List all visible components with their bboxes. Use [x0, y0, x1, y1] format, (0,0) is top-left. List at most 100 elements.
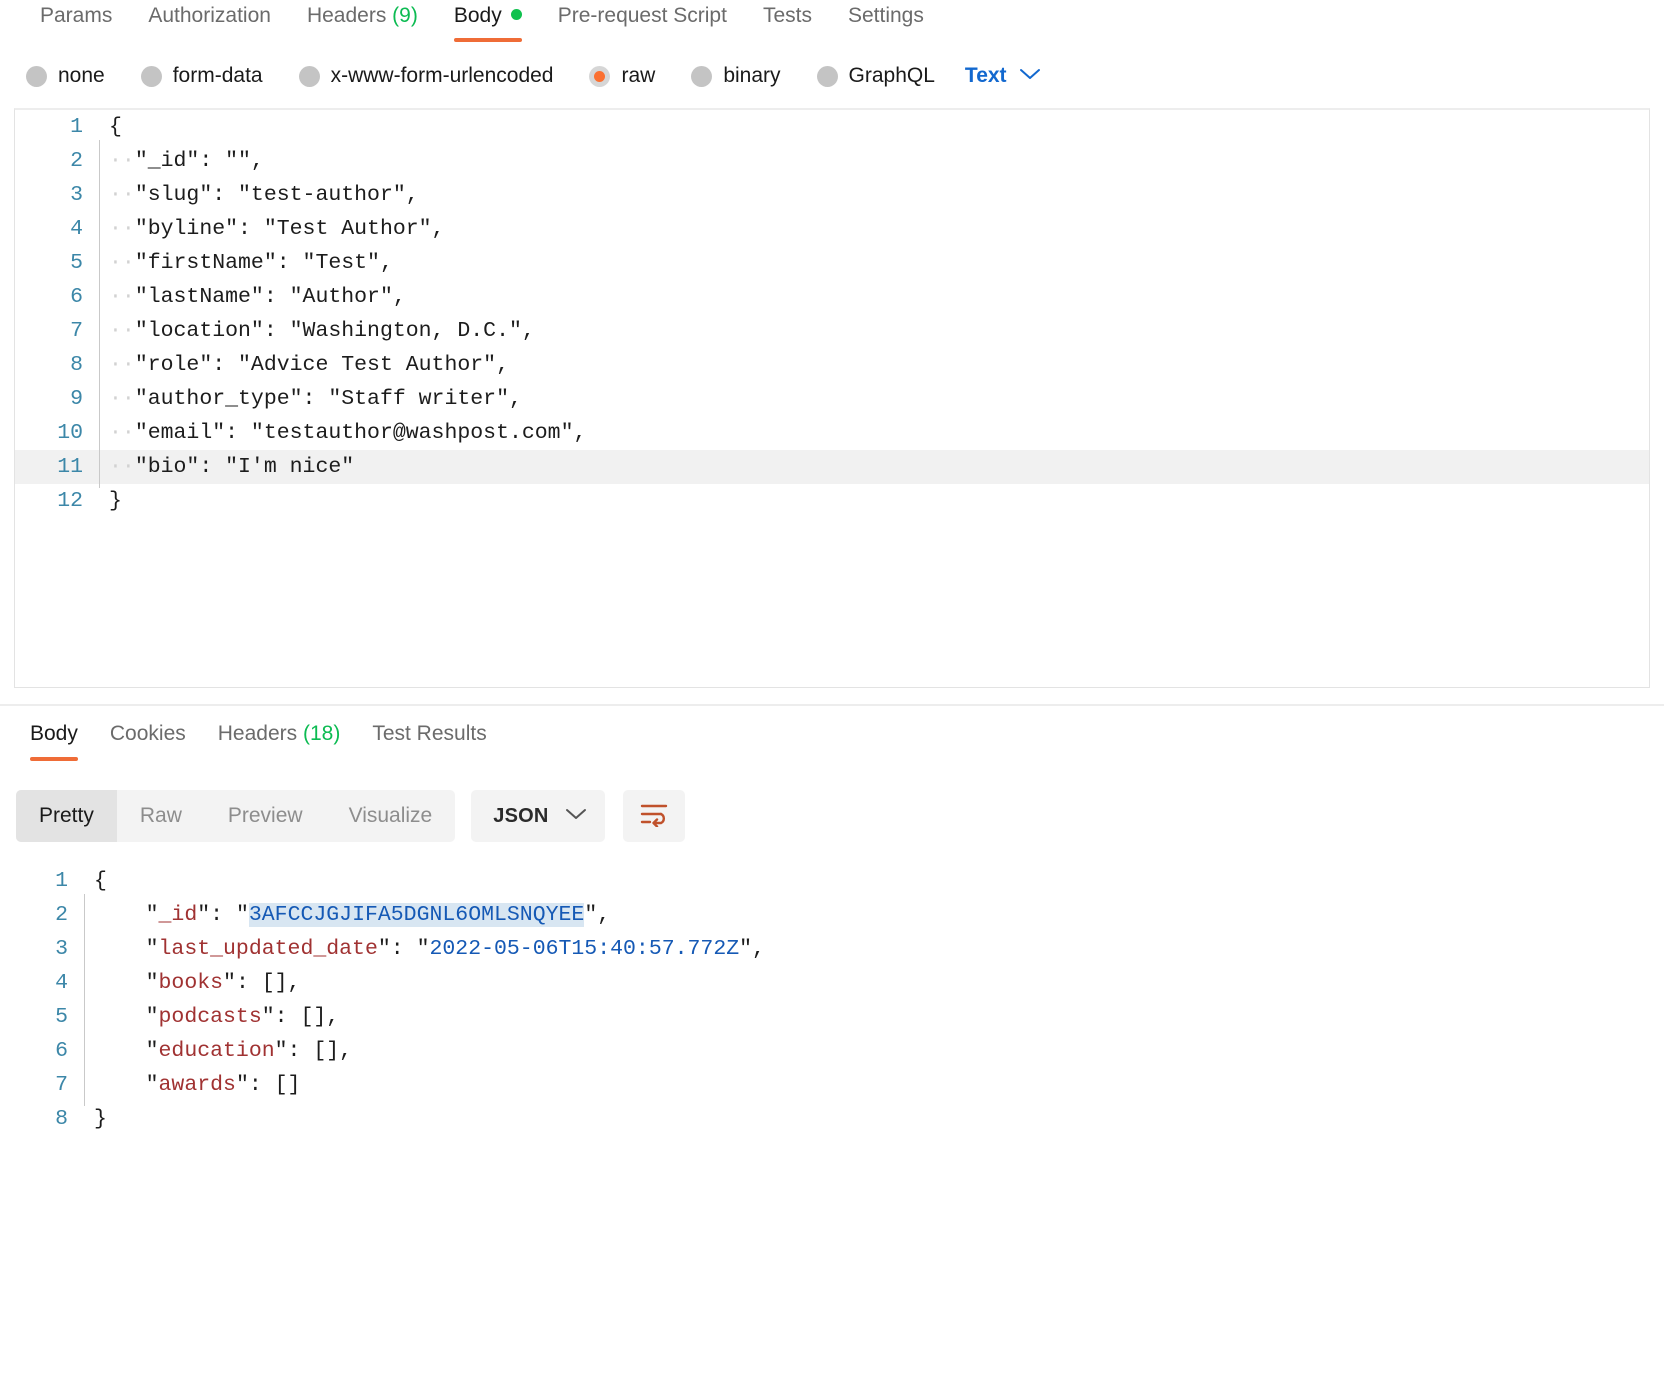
json-punctuation: "	[584, 903, 598, 927]
response-code-text: "education": [],	[84, 1030, 1664, 1072]
body-mode-x-www-form-urlencoded[interactable]: x-www-form-urlencoded	[298, 64, 554, 88]
line-number: 7	[55, 1073, 68, 1097]
json-punctuation: {	[94, 869, 107, 893]
request-code-line[interactable]: 11 ··"bio": "I'm nice"	[15, 446, 1649, 488]
response-code-text: "awards": []	[84, 1064, 1664, 1106]
request-code-line[interactable]: 10 ··"email": "testauthor@washpost.com",	[15, 412, 1649, 454]
request-tab-settings[interactable]: Settings	[830, 0, 942, 30]
request-tab-tests[interactable]: Tests	[745, 0, 830, 30]
json-punctuation: "	[145, 971, 159, 995]
response-view-visualize[interactable]: Visualize	[326, 790, 456, 842]
json-punctuation: : [],	[235, 971, 301, 995]
response-tab-body[interactable]: Body	[14, 720, 94, 761]
request-code-line[interactable]: 4 ··"byline": "Test Author",	[15, 208, 1649, 250]
radio-icon[interactable]	[298, 65, 320, 87]
response-tab-test-results[interactable]: Test Results	[356, 720, 502, 748]
request-tab-label: Tests	[762, 4, 812, 27]
request-code-line[interactable]: 12}	[15, 484, 1649, 518]
request-tab-pre-request-script[interactable]: Pre-request Script	[540, 0, 745, 30]
request-code-line[interactable]: 3 ··"slug": "test-author",	[15, 174, 1649, 216]
code-content: ··"byline": "Test Author",	[109, 217, 445, 241]
json-key: podcasts	[158, 1005, 262, 1029]
response-code-text: }	[84, 1102, 1664, 1136]
line-number: 9	[70, 387, 83, 411]
request-code-line[interactable]: 8 ··"role": "Advice Test Author",	[15, 344, 1649, 386]
response-view-label: Raw	[139, 804, 182, 827]
line-number: 5	[70, 251, 83, 275]
request-tab-authorization[interactable]: Authorization	[130, 0, 289, 30]
radio-icon[interactable]	[589, 65, 611, 87]
body-mode-form-data[interactable]: form-data	[140, 64, 263, 88]
body-mode-none[interactable]: none	[26, 64, 105, 88]
response-content-type-select[interactable]: JSON	[471, 790, 605, 842]
request-code-text: ··"bio": "I'm nice"	[99, 446, 1649, 488]
request-code-line[interactable]: 1{	[15, 110, 1649, 144]
request-tab-body[interactable]: Body	[436, 0, 540, 42]
line-number: 11	[57, 455, 83, 479]
body-mode-label: x-www-form-urlencoded	[330, 64, 554, 87]
response-code-line: 8}	[0, 1102, 1664, 1136]
request-tab-bar: Params Authorization Headers (9) Body Pre-re…	[0, 0, 1664, 48]
response-view-label: Visualize	[348, 804, 433, 827]
line-number: 8	[55, 1107, 68, 1131]
json-punctuation: "	[197, 903, 211, 927]
request-tab-label: Headers	[306, 4, 387, 27]
json-punctuation: : [],	[287, 1039, 353, 1063]
request-code-line[interactable]: 2 ··"_id": "",	[15, 140, 1649, 182]
line-number: 8	[70, 353, 83, 377]
request-code-line[interactable]: 5 ··"firstName": "Test",	[15, 242, 1649, 284]
response-code-line: 7 "awards": []	[0, 1064, 1664, 1106]
radio-icon[interactable]	[816, 65, 838, 87]
request-tab-params[interactable]: Params	[22, 0, 130, 30]
line-number: 7	[70, 319, 83, 343]
request-code-line[interactable]: 6 ··"lastName": "Author",	[15, 276, 1649, 318]
request-code-text: ··"lastName": "Author",	[99, 276, 1649, 318]
body-mode-label: none	[58, 64, 105, 87]
response-tab-headers[interactable]: Headers (18)	[202, 720, 357, 748]
body-mode-binary[interactable]: binary	[691, 64, 781, 88]
response-code-text: "last_updated_date": "2022-05-06T15:40:5…	[84, 928, 1664, 970]
radio-icon[interactable]	[26, 65, 47, 87]
response-tab-label: Body	[30, 722, 78, 745]
line-number: 3	[70, 183, 83, 207]
json-key: education	[158, 1039, 275, 1063]
radio-icon[interactable]	[691, 65, 713, 87]
json-punctuation: "	[739, 937, 753, 961]
line-number: 6	[55, 1039, 68, 1063]
request-code-line[interactable]: 7 ··"location": "Washington, D.C.",	[15, 310, 1649, 352]
code-content: ··"firstName": "Test",	[109, 251, 393, 275]
body-mode-graphql[interactable]: GraphQL	[816, 64, 935, 88]
response-view-raw[interactable]: Raw	[117, 790, 205, 842]
request-code-text: ··"location": "Washington, D.C.",	[99, 310, 1649, 352]
json-punctuation: "	[274, 1039, 288, 1063]
line-number: 4	[55, 971, 68, 995]
response-view-pretty[interactable]: Pretty	[16, 790, 117, 842]
body-mode-raw[interactable]: raw	[589, 64, 655, 88]
response-tab-label: Headers	[217, 722, 298, 745]
line-number: 1	[55, 869, 68, 893]
indent-guide	[99, 446, 100, 488]
json-punctuation: :	[210, 903, 236, 927]
response-view-preview[interactable]: Preview	[205, 790, 326, 842]
chevron-down-icon	[565, 807, 587, 826]
request-tab-label: Authorization	[148, 4, 271, 27]
request-code-line[interactable]: 9 ··"author_type": "Staff writer",	[15, 378, 1649, 420]
response-body-viewer[interactable]: 1{2 "_id": "3AFCCJGJIFA5DGNL6OMLSNQYEE",…	[0, 864, 1664, 1136]
raw-format-select[interactable]: Text	[965, 64, 1041, 88]
line-number: 12	[57, 489, 83, 513]
json-punctuation: "	[377, 937, 391, 961]
radio-icon[interactable]	[140, 65, 162, 87]
response-tab-cookies[interactable]: Cookies	[94, 720, 202, 748]
response-code-text: "books": [],	[84, 962, 1664, 1004]
indent-guide	[84, 1064, 85, 1106]
request-tab-headers[interactable]: Headers (9)	[289, 0, 436, 30]
json-punctuation: "	[261, 1005, 275, 1029]
word-wrap-button[interactable]	[622, 790, 685, 842]
line-number: 6	[70, 285, 83, 309]
request-code-text: ··"firstName": "Test",	[99, 242, 1649, 284]
request-body-editor[interactable]: 1{2 ··"_id": "", 3 ··"slug": "test-author",…	[14, 108, 1650, 688]
